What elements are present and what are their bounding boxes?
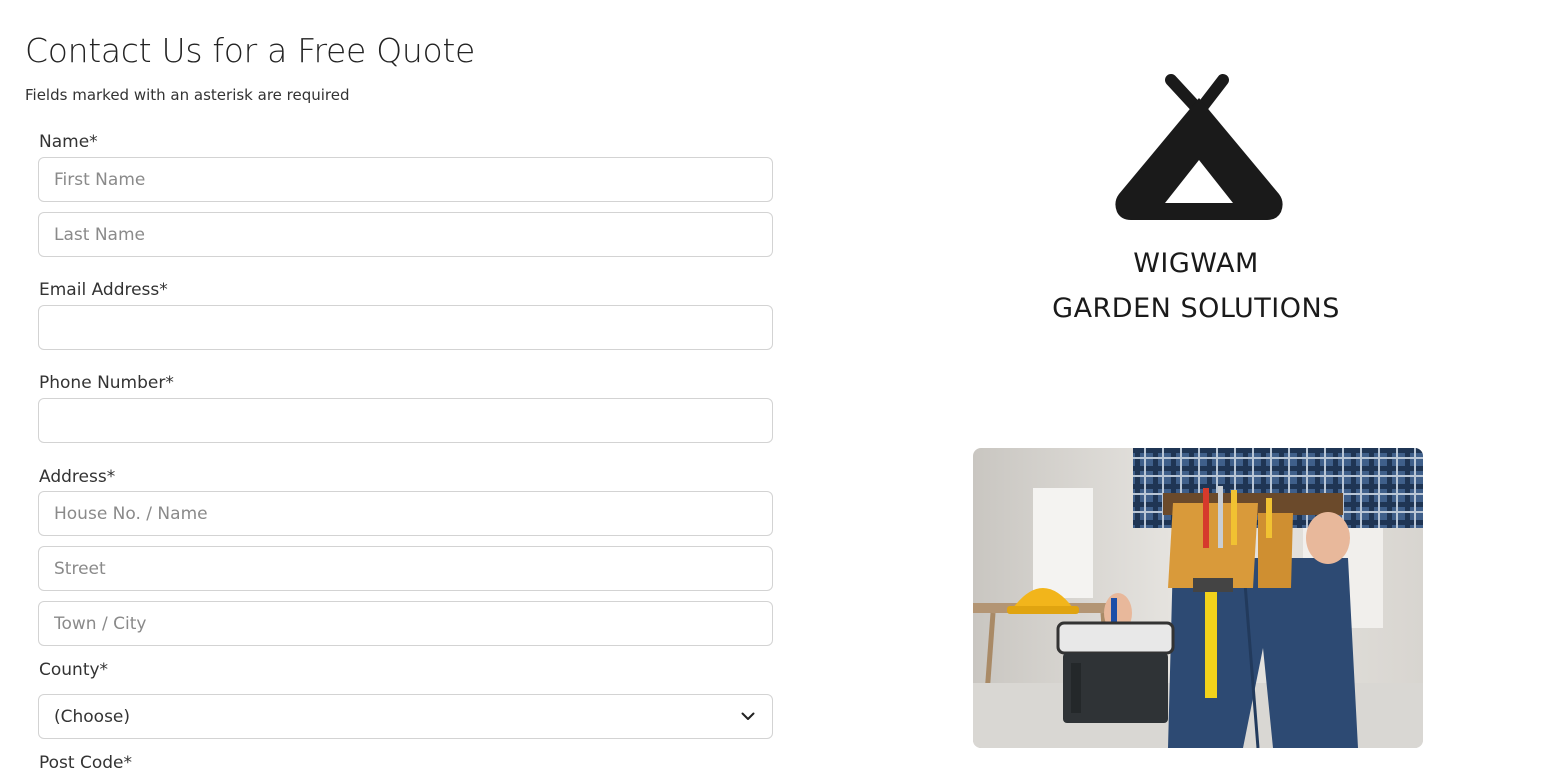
town-input[interactable] (38, 601, 773, 646)
address-label: Address* (39, 467, 116, 487)
county-label: County* (39, 660, 109, 680)
wigwam-tent-icon (1113, 72, 1285, 224)
county-selected-value: (Choose) (54, 706, 131, 727)
brand-name-line1: WIGWAM (1133, 248, 1259, 279)
county-select[interactable]: (Choose) (38, 694, 773, 739)
chevron-down-icon (739, 708, 757, 726)
quote-page: Contact Us for a Free Quote Fields marke… (0, 0, 1547, 771)
phone-field[interactable] (38, 398, 773, 443)
worker-with-tool-belt-image (973, 448, 1423, 748)
page-title: Contact Us for a Free Quote (25, 31, 476, 70)
name-label: Name* (39, 132, 98, 152)
email-label: Email Address* (39, 280, 168, 300)
brand-name-line2: GARDEN SOLUTIONS (1052, 293, 1340, 324)
first-name-input[interactable] (38, 157, 773, 202)
house-input[interactable] (38, 491, 773, 536)
quote-form: Contact Us for a Free Quote Fields marke… (0, 0, 800, 771)
street-input[interactable] (38, 546, 773, 591)
required-fields-note: Fields marked with an asterisk are requi… (25, 86, 350, 104)
postcode-label: Post Code* (39, 753, 132, 771)
phone-label: Phone Number* (39, 373, 174, 393)
last-name-input[interactable] (38, 212, 773, 257)
email-field[interactable] (38, 305, 773, 350)
